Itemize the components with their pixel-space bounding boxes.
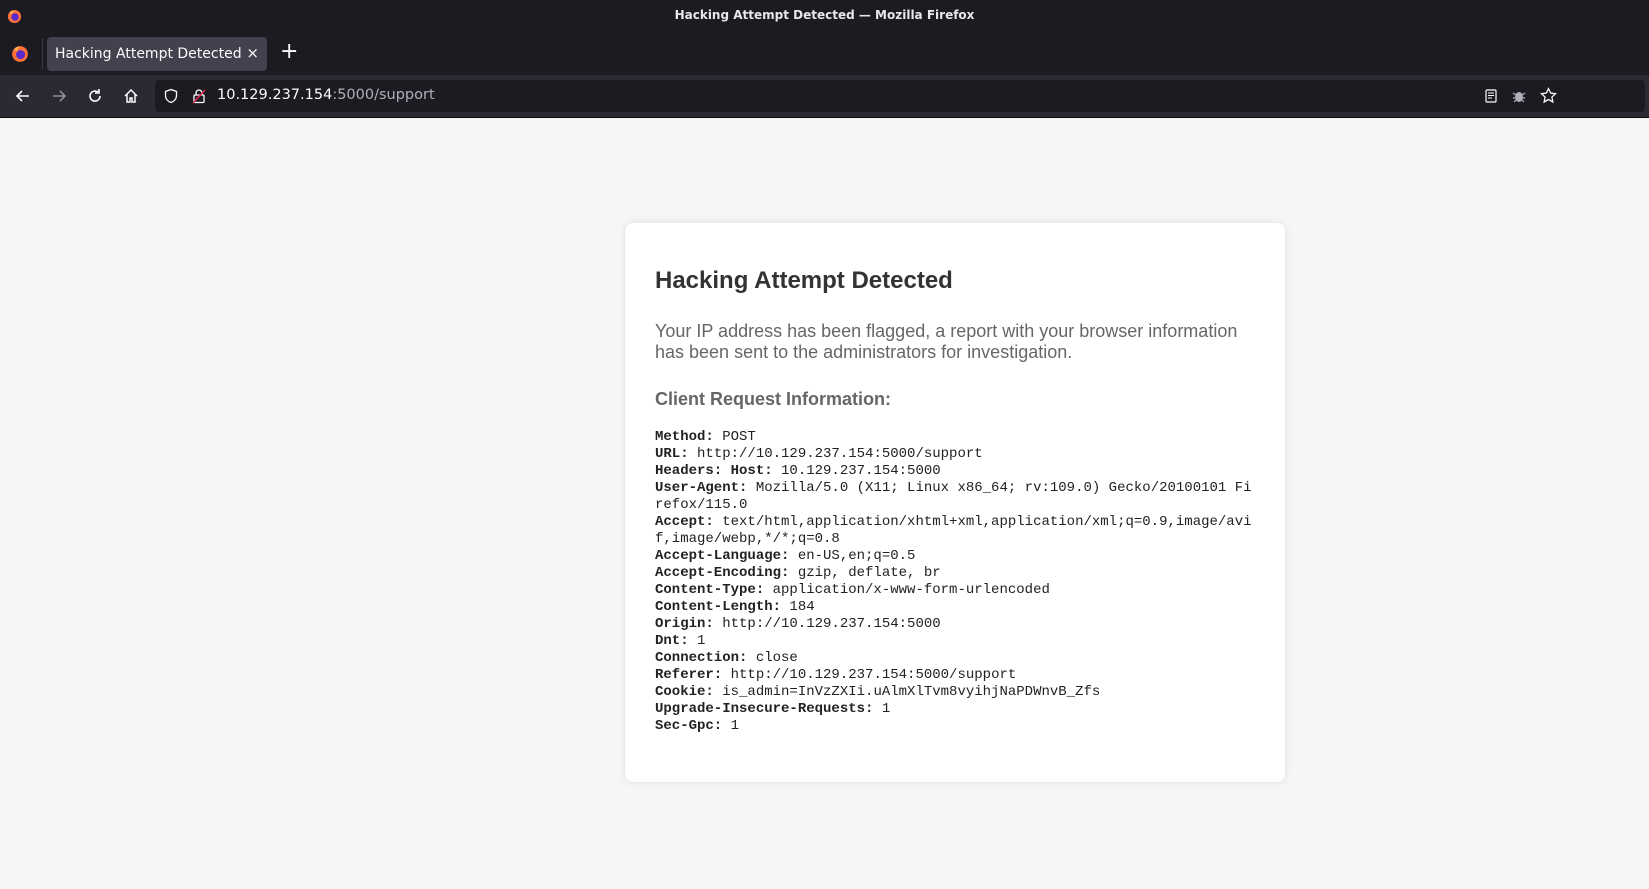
url-text[interactable]: 10.129.237.154:5000/support xyxy=(217,87,435,103)
tab-close-icon[interactable]: × xyxy=(246,44,259,62)
request-info-value: 1 xyxy=(688,633,706,649)
url-path: :5000/support xyxy=(332,87,435,103)
request-info-value: close xyxy=(747,650,798,666)
request-info-key: Headers: Host: xyxy=(655,463,773,479)
request-info-value: POST xyxy=(713,429,756,445)
request-info-key: Referer: xyxy=(655,667,723,683)
request-info-line: Cookie: is_admin=InVzZXIi.uAlmXlTvm8vyih… xyxy=(655,684,1255,701)
request-info-key: Method: xyxy=(655,429,714,445)
tracking-protection-shield-icon[interactable] xyxy=(163,88,179,104)
new-tab-button[interactable]: + xyxy=(280,41,298,63)
request-info-key: Accept-Language: xyxy=(655,548,790,564)
request-info-value: http://10.129.237.154:5000/support xyxy=(722,667,1017,683)
back-arrow-icon[interactable] xyxy=(14,87,32,105)
bookmark-star-icon[interactable] xyxy=(1540,87,1557,104)
request-info-line: Content-Length: 184 xyxy=(655,599,1255,616)
request-info-value: 1 xyxy=(722,718,740,734)
tab-strip-divider xyxy=(42,39,43,69)
request-info-key: Sec-Gpc: xyxy=(655,718,723,734)
request-info-line: Accept-Language: en-US,en;q=0.5 xyxy=(655,548,1255,565)
request-info-key: User-Agent: xyxy=(655,480,748,496)
url-host: 10.129.237.154 xyxy=(217,87,333,103)
alert-card: Hacking Attempt Detected Your IP address… xyxy=(625,223,1285,782)
address-bar[interactable]: 10.129.237.154:5000/support xyxy=(155,80,1645,112)
reader-view-icon[interactable] xyxy=(1483,88,1499,104)
request-info-key: Connection: xyxy=(655,650,748,666)
navigation-toolbar: 10.129.237.154:5000/support xyxy=(0,75,1649,118)
tab-active[interactable]: Hacking Attempt Detected × xyxy=(47,37,267,71)
firefox-view-icon[interactable] xyxy=(11,45,29,63)
request-info-value: text/html,application/xhtml+xml,applicat… xyxy=(655,514,1252,547)
tab-title: Hacking Attempt Detected xyxy=(55,46,242,62)
request-info-key: Dnt: xyxy=(655,633,689,649)
insecure-lock-icon[interactable] xyxy=(191,88,207,104)
request-info-value: application/x-www-form-urlencoded xyxy=(764,582,1050,598)
reload-icon[interactable] xyxy=(86,87,104,105)
request-info-line: Dnt: 1 xyxy=(655,633,1255,650)
page-title: Hacking Attempt Detected xyxy=(655,267,953,294)
request-info-line: User-Agent: Mozilla/5.0 (X11; Linux x86_… xyxy=(655,480,1255,514)
request-info-line: Referer: http://10.129.237.154:5000/supp… xyxy=(655,667,1255,684)
window-title: Hacking Attempt Detected — Mozilla Firef… xyxy=(674,8,975,22)
request-info-value: http://10.129.237.154:5000 xyxy=(713,616,941,632)
request-info-line: Upgrade-Insecure-Requests: 1 xyxy=(655,701,1255,718)
request-info-key: Origin: xyxy=(655,616,714,632)
request-info-value: 184 xyxy=(781,599,815,615)
request-info-value: is_admin=InVzZXIi.uAlmXlTvm8vyihjNaPDWnv… xyxy=(713,684,1101,700)
request-info-key: Upgrade-Insecure-Requests: xyxy=(655,701,874,717)
request-info-line: Method: POST xyxy=(655,429,1255,446)
window-titlebar: Hacking Attempt Detected — Mozilla Firef… xyxy=(0,0,1649,33)
request-info-line: Sec-Gpc: 1 xyxy=(655,718,1255,735)
request-info-value: 10.129.237.154:5000 xyxy=(772,463,941,479)
request-info-line: URL: http://10.129.237.154:5000/support xyxy=(655,446,1255,463)
request-info-value: gzip, deflate, br xyxy=(789,565,941,581)
request-info-key: Content-Length: xyxy=(655,599,782,615)
forward-arrow-icon[interactable] xyxy=(50,87,68,105)
request-info-value: en-US,en;q=0.5 xyxy=(789,548,916,564)
request-info-line: Headers: Host: 10.129.237.154:5000 xyxy=(655,463,1255,480)
request-info-line: Connection: close xyxy=(655,650,1255,667)
request-info-list: Method: POST URL: http://10.129.237.154:5… xyxy=(655,429,1255,735)
request-info-heading: Client Request Information: xyxy=(655,389,892,409)
request-info-line: Content-Type: application/x-www-form-url… xyxy=(655,582,1255,599)
request-info-key: Accept: xyxy=(655,514,714,530)
request-info-key: Content-Type: xyxy=(655,582,765,598)
request-info-key: URL: xyxy=(655,446,689,462)
request-info-line: Accept-Encoding: gzip, deflate, br xyxy=(655,565,1255,582)
request-info-line: Origin: http://10.129.237.154:5000 xyxy=(655,616,1255,633)
request-info-value: http://10.129.237.154:5000/support xyxy=(688,446,983,462)
request-info-key: Accept-Encoding: xyxy=(655,565,790,581)
request-info-key: Cookie: xyxy=(655,684,714,700)
request-info-value: 1 xyxy=(873,701,891,717)
warning-message: Your IP address has been flagged, a repo… xyxy=(655,321,1238,362)
tab-strip: Hacking Attempt Detected × + xyxy=(0,33,1649,75)
request-info-line: Accept: text/html,application/xhtml+xml,… xyxy=(655,514,1255,548)
extension-bug-icon[interactable] xyxy=(1511,88,1527,104)
home-icon[interactable] xyxy=(122,87,140,105)
